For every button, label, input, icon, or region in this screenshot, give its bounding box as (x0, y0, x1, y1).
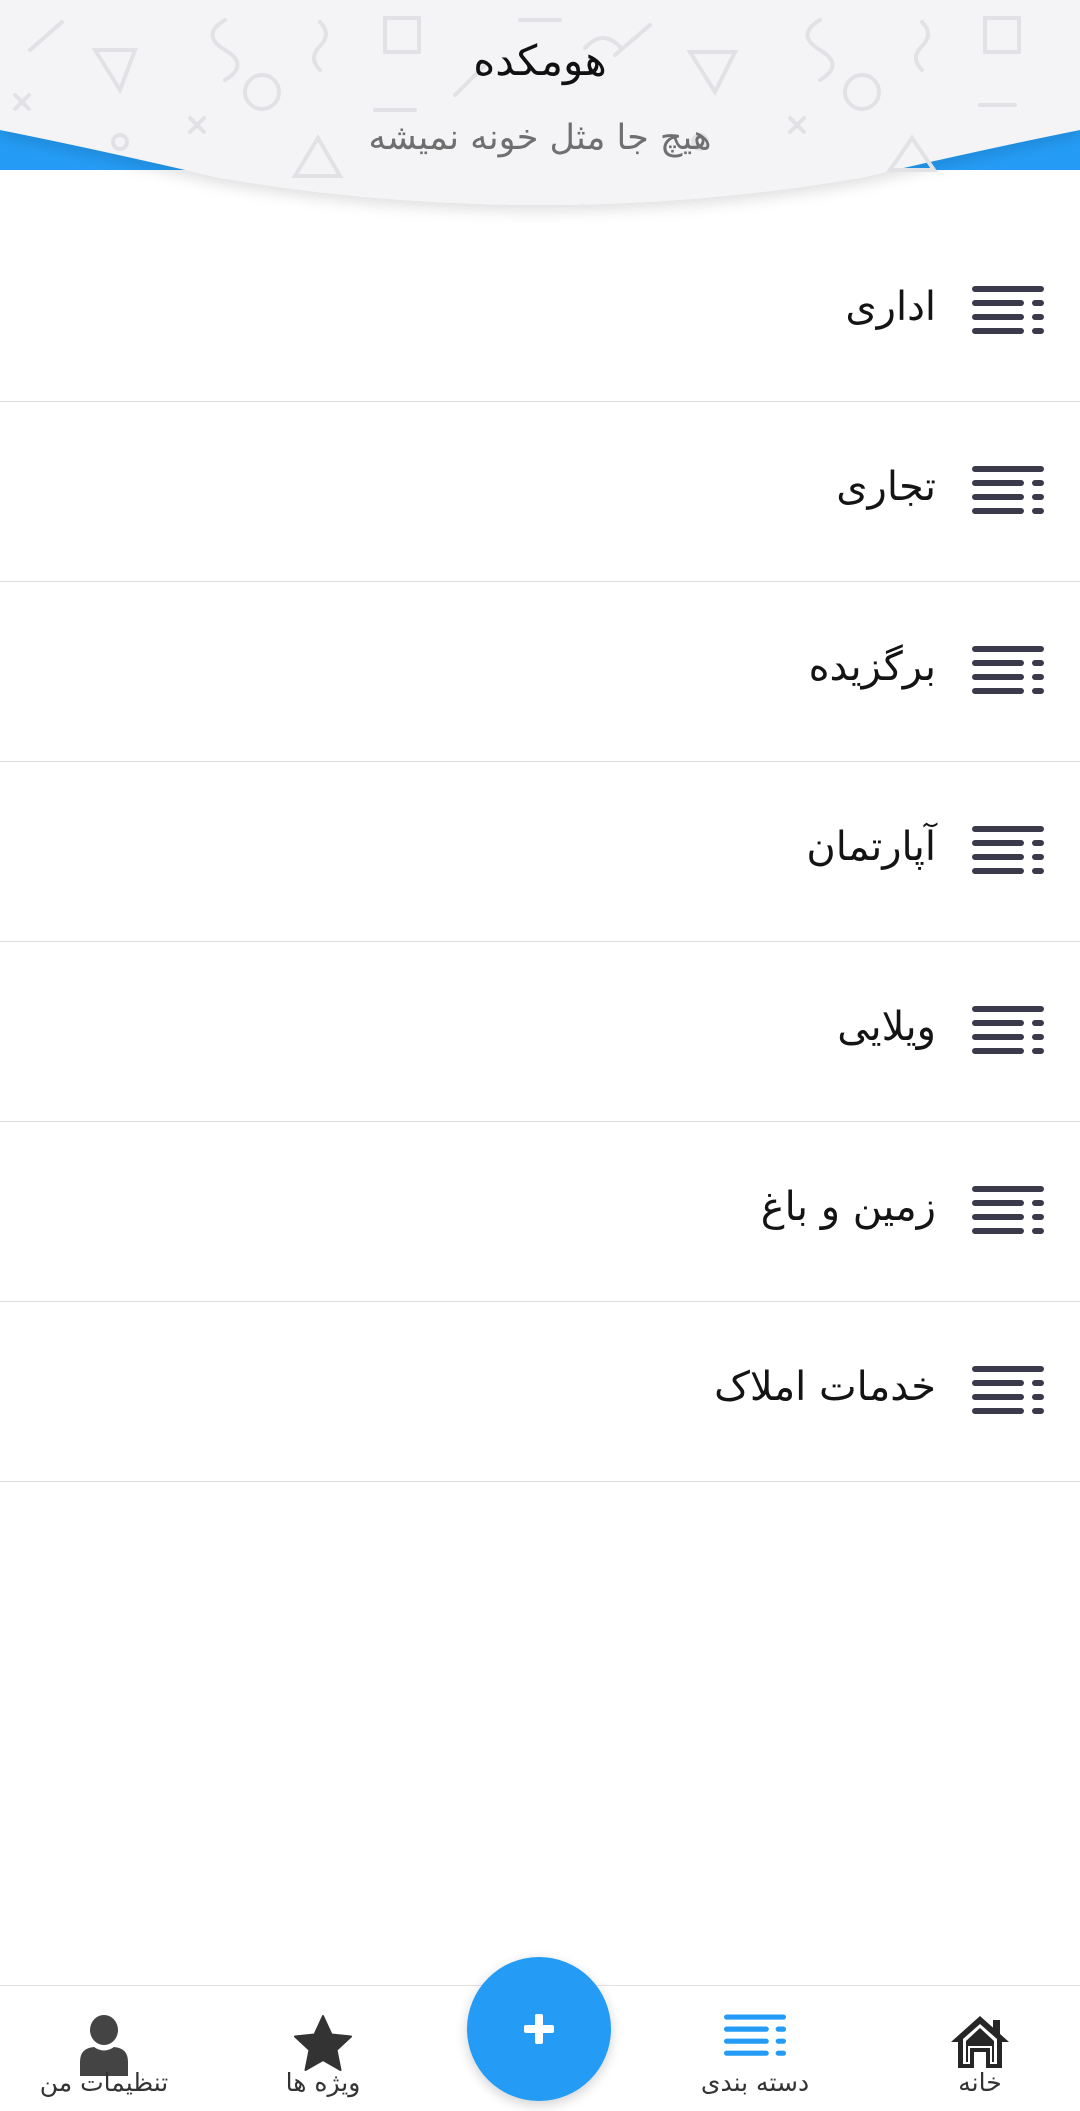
nav-label-my-settings: تنظیمات من (39, 2068, 169, 2097)
list-icon (972, 646, 1044, 694)
category-label: خدمات املاک (714, 1364, 936, 1410)
category-item-land-garden[interactable]: زمین و باغ (0, 1122, 1080, 1302)
list-icon (972, 466, 1044, 514)
home-icon (951, 2016, 1009, 2068)
header-background (0, 0, 1080, 205)
list-icon (972, 1006, 1044, 1054)
nav-item-featured[interactable]: ویژه ها (243, 1986, 403, 2111)
category-label: آپارتمان (806, 824, 936, 870)
category-label: زمین و باغ (760, 1184, 936, 1230)
category-label: برگزیده (808, 644, 936, 690)
category-label: اداری (845, 284, 936, 330)
category-item-commercial[interactable]: تجاری (0, 402, 1080, 582)
nav-label-home: خانه (958, 2068, 1002, 2097)
nav-item-category[interactable]: دسته بندی (675, 1986, 835, 2111)
plus-icon (524, 2014, 554, 2044)
category-item-featured[interactable]: برگزیده (0, 582, 1080, 762)
user-icon (80, 2015, 128, 2076)
list-icon (724, 2014, 786, 2056)
category-item-villa[interactable]: ویلایی (0, 942, 1080, 1122)
category-item-office[interactable]: اداری (0, 222, 1080, 402)
list-icon (972, 286, 1044, 334)
app-title: هومکده (473, 36, 607, 85)
list-icon (972, 826, 1044, 874)
app-header: هومکده هیچ جا مثل خونه نمیشه (0, 0, 1080, 230)
category-item-real-estate-services[interactable]: خدمات املاک (0, 1302, 1080, 1482)
list-icon (972, 1366, 1044, 1414)
app-screen: هومکده هیچ جا مثل خونه نمیشه اداری تجاری… (0, 0, 1080, 2111)
list-icon (972, 1186, 1044, 1234)
category-label: تجاری (836, 464, 936, 510)
category-label: ویلایی (837, 1004, 936, 1050)
category-item-apartment[interactable]: آپارتمان (0, 762, 1080, 942)
category-list: اداری تجاری برگزیده آپارتمان ویلایی زمین… (0, 222, 1080, 1482)
app-subtitle: هیچ جا مثل خونه نمیشه (368, 118, 712, 158)
nav-label-featured: ویژه ها (285, 2068, 361, 2097)
add-listing-button[interactable] (467, 1957, 611, 2101)
star-icon (294, 2015, 352, 2071)
nav-item-home[interactable]: خانه (900, 1986, 1060, 2111)
nav-label-category: دسته بندی (700, 2068, 810, 2097)
nav-item-my-settings[interactable]: تنظیمات من (24, 1986, 184, 2111)
